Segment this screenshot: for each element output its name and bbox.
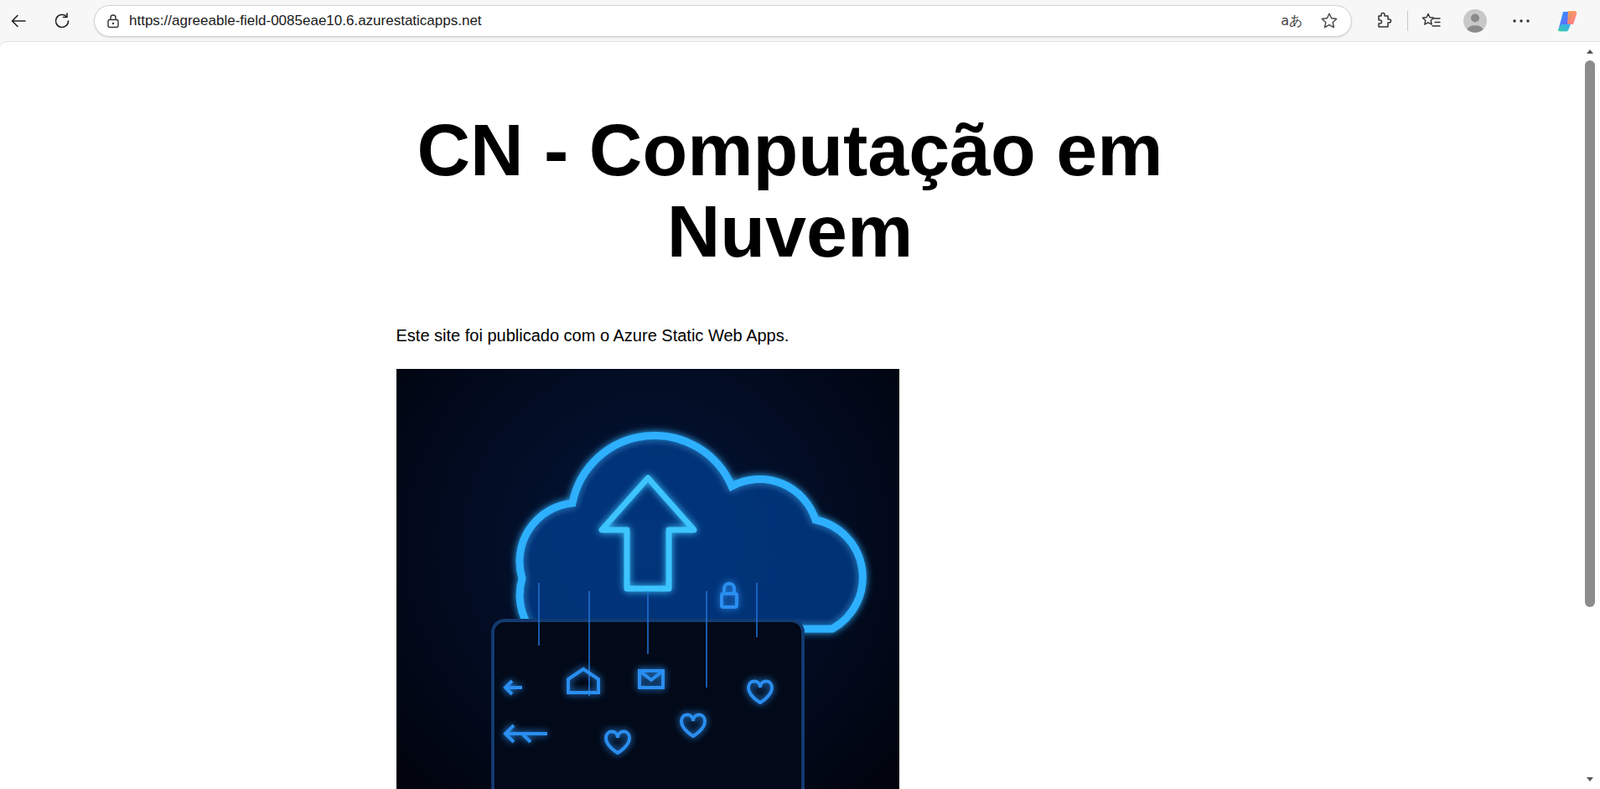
- back-button[interactable]: [3, 5, 34, 37]
- scrollbar-track[interactable]: [1579, 55, 1600, 776]
- url-text[interactable]: https://agreeable-field-0085eae10.6.azur…: [129, 12, 482, 30]
- scroll-down-icon[interactable]: [1584, 775, 1595, 784]
- profile-button[interactable]: [1460, 5, 1491, 37]
- toolbar-separator: [1407, 10, 1409, 32]
- scrollbar-thumb[interactable]: [1584, 60, 1595, 607]
- profile-avatar-icon: [1462, 8, 1488, 34]
- back-arrow-icon: [9, 11, 28, 31]
- cloud-illustration: [396, 368, 900, 789]
- vertical-scrollbar[interactable]: [1579, 41, 1600, 789]
- browser-toolbar: https://agreeable-field-0085eae10.6.azur…: [0, 0, 1600, 42]
- lock-icon[interactable]: [104, 12, 122, 30]
- favorite-star-icon[interactable]: [1319, 10, 1340, 32]
- address-bar[interactable]: https://agreeable-field-0085eae10.6.azur…: [93, 5, 1352, 37]
- reload-icon: [51, 10, 73, 32]
- more-dots-icon: [1511, 17, 1531, 25]
- page-viewport: CN - Computação em Nuvem Este site foi pu…: [0, 41, 1600, 789]
- read-aloud-icon[interactable]: aあ: [1280, 12, 1303, 31]
- copilot-button[interactable]: [1553, 5, 1584, 37]
- more-button[interactable]: [1506, 5, 1537, 37]
- page-column: CN - Computação em Nuvem Este site foi pu…: [396, 41, 1185, 789]
- copilot-logo-icon: [1556, 9, 1580, 33]
- scroll-up-icon[interactable]: [1584, 46, 1595, 56]
- page-content: CN - Computação em Nuvem Este site foi pu…: [0, 41, 1580, 789]
- browser-window: https://agreeable-field-0085eae10.6.azur…: [0, 0, 1600, 789]
- page-paragraph: Este site foi publicado com o Azure Stat…: [396, 325, 1185, 346]
- cloud-upload-icon: [396, 368, 900, 789]
- page-heading: CN - Computação em Nuvem: [396, 108, 1185, 272]
- extensions-button[interactable]: [1368, 5, 1399, 37]
- reload-button[interactable]: [46, 5, 78, 37]
- favorites-button[interactable]: [1416, 5, 1447, 37]
- puzzle-icon: [1373, 10, 1394, 32]
- favorites-icon: [1420, 10, 1443, 32]
